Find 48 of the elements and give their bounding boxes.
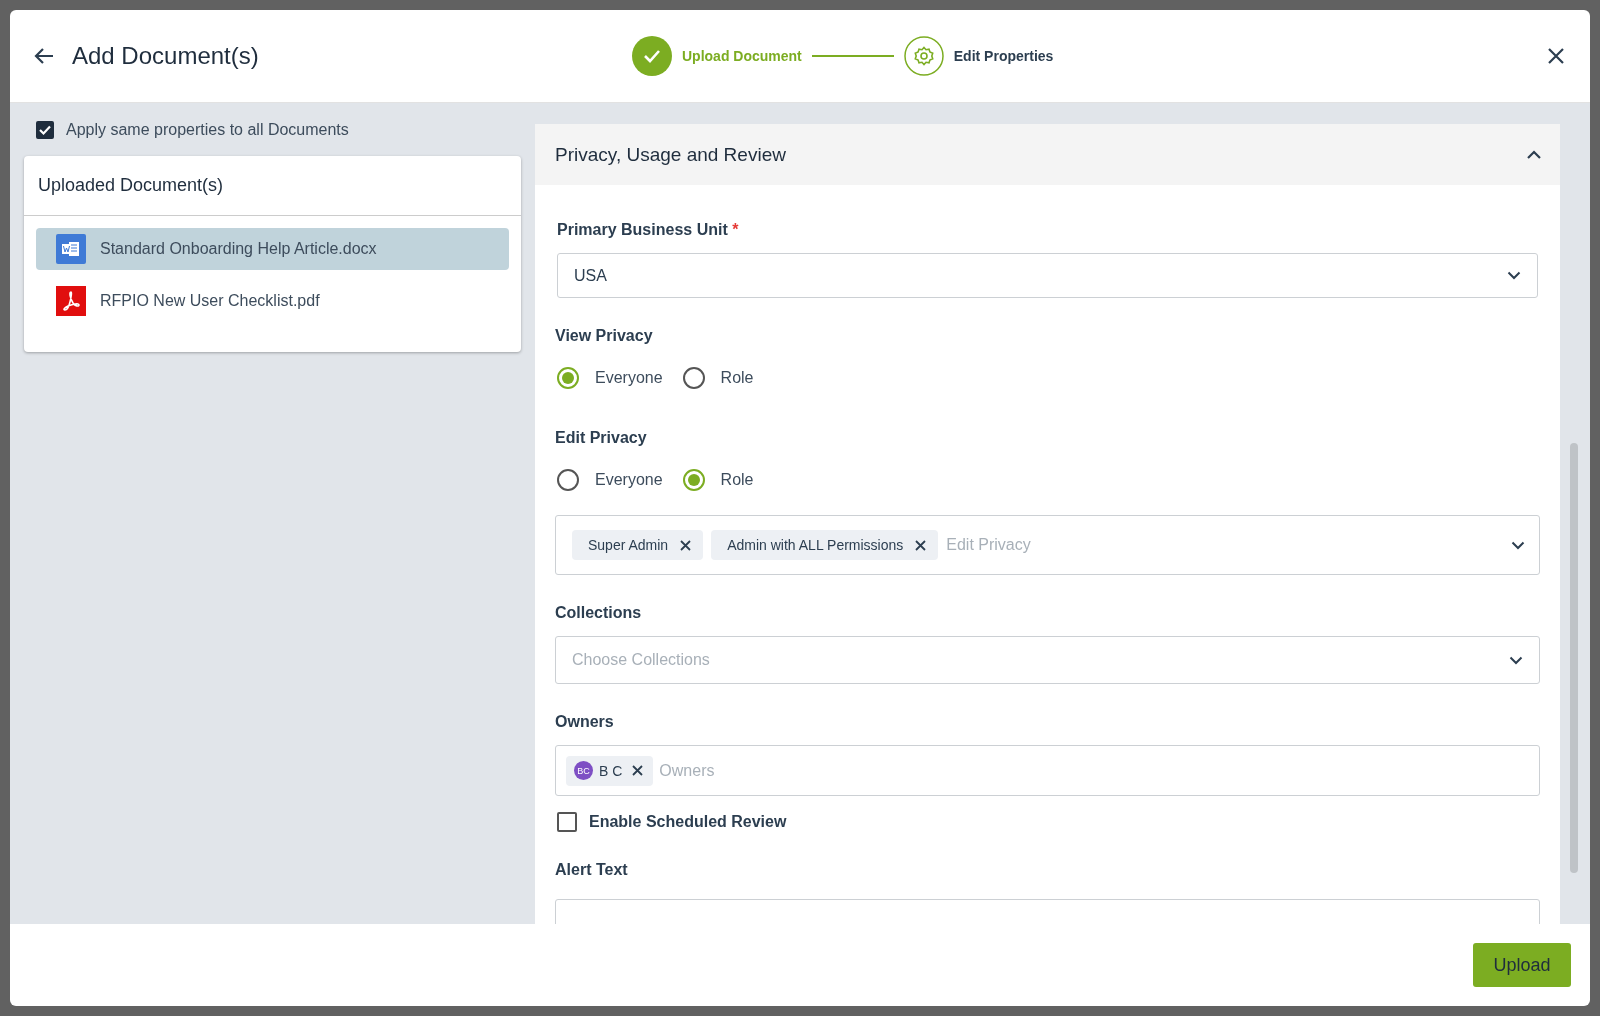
remove-icon[interactable] (680, 539, 692, 551)
checkbox-label: Enable Scheduled Review (589, 813, 787, 831)
step-label: Edit Properties (953, 48, 1054, 64)
placeholder: Owners (659, 761, 715, 780)
document-item[interactable]: RFPIO New User Checklist.pdf (36, 280, 509, 322)
upload-button[interactable]: Upload (1473, 943, 1571, 987)
step-label: Upload Document (682, 48, 802, 64)
field-label: Edit Privacy (555, 429, 647, 447)
field-label: View Privacy (555, 327, 653, 345)
checkbox[interactable] (557, 812, 577, 832)
field-label: Alert Text (555, 861, 628, 879)
pdf-file-icon (56, 286, 86, 316)
chevron-down-icon (1511, 540, 1525, 550)
placeholder: Edit Privacy (946, 536, 1031, 554)
dialog-title: Add Document(s) (72, 42, 260, 70)
edit-privacy-field[interactable]: Super Admin Admin with ALL Permissions Edit Privacy (555, 515, 1540, 575)
checkbox-label: Apply same properties to all Documents (66, 121, 349, 139)
chevron-icon (1526, 149, 1542, 160)
radio-button[interactable] (682, 469, 705, 491)
radio-label: Everyone (595, 471, 663, 489)
check-step-icon (632, 36, 672, 76)
owner-name: B C (599, 762, 623, 779)
business-unit-dropdown[interactable]: USA (557, 253, 1538, 298)
avatar: BC (574, 761, 593, 780)
field-label: Collections (555, 604, 642, 622)
radio-button[interactable] (557, 469, 579, 491)
document-item[interactable]: Standard Onboarding Help Article.docx (36, 228, 509, 270)
card-title: Uploaded Document(s) (24, 156, 521, 216)
word-file-icon (56, 234, 86, 264)
field-label: Primary Business Unit * (557, 221, 739, 239)
owners-field[interactable]: BC B C Owners (555, 745, 1540, 796)
close-icon[interactable] (1546, 46, 1566, 66)
chevron-down-icon (1507, 271, 1521, 280)
role-tag: Admin with ALL Permissions (711, 530, 939, 560)
radio-button[interactable] (557, 367, 579, 389)
radio-label: Role (720, 369, 754, 387)
chevron-down-icon (1509, 655, 1523, 665)
section-header[interactable]: Privacy, Usage and Review (535, 124, 1560, 185)
remove-icon[interactable] (915, 539, 927, 551)
radio-button[interactable] (682, 367, 705, 389)
radio-label: Everyone (595, 369, 663, 387)
field-label: Owners (555, 713, 614, 731)
gear-step-icon (903, 36, 944, 76)
scrollbar[interactable] (1570, 443, 1580, 873)
role-tag: Super Admin (572, 530, 704, 560)
radio-label: Role (720, 471, 754, 489)
remove-icon[interactable] (632, 765, 644, 776)
checkbox[interactable] (36, 121, 54, 139)
